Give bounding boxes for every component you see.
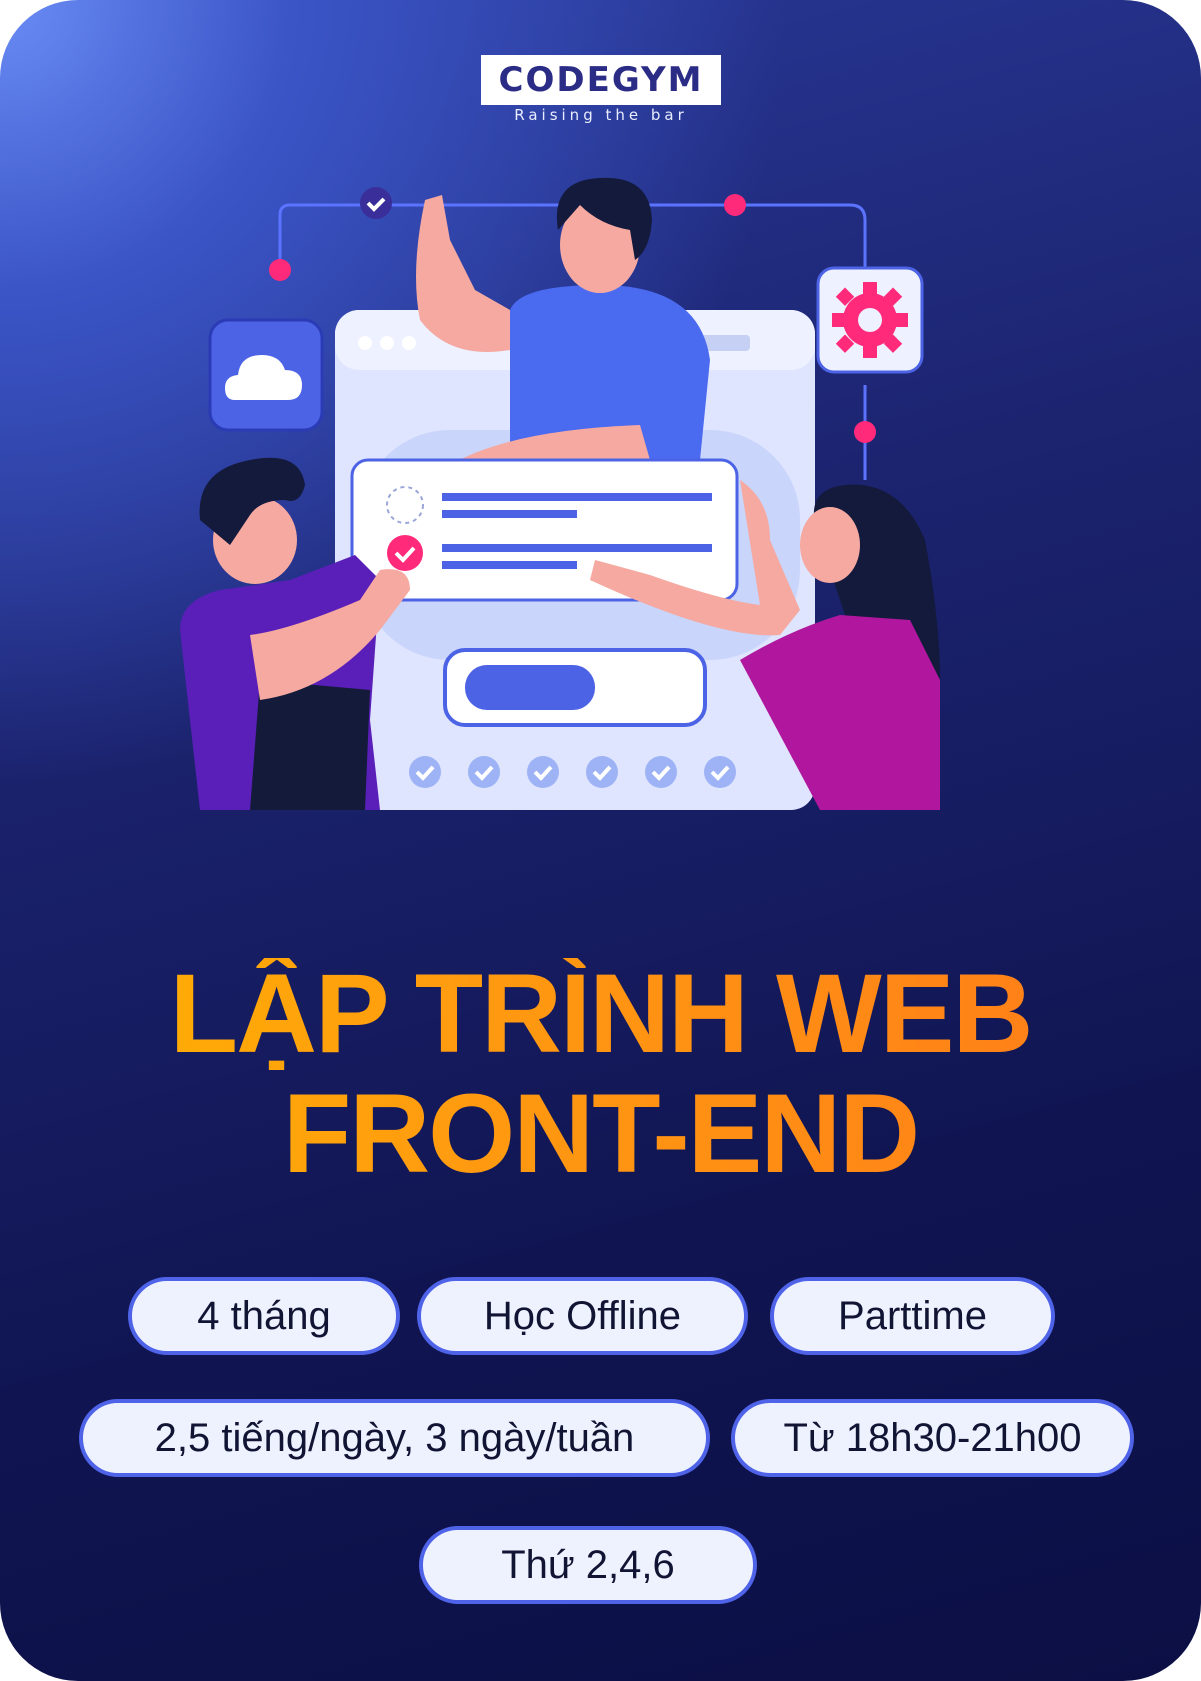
pink-dot [854,421,876,443]
course-title-line2: FRONT-END [0,1078,1201,1190]
team-illustration [180,177,940,810]
duration-pill: 4 tháng [128,1277,400,1355]
hours-per-week-pill: 2,5 tiếng/ngày, 3 ngày/tuần [79,1399,710,1477]
pink-dot [269,259,291,281]
schedule-type-pill: Parttime [770,1277,1055,1355]
poster-card: CODEGYM Raising the bar LẬP TRÌNH WEB FR… [0,0,1201,1681]
cloud-icon [208,318,324,432]
logo-tagline: Raising the bar [514,106,688,124]
days-pill: Thứ 2,4,6 [419,1526,757,1604]
codegym-logo: CODEGYM [481,55,721,105]
time-slot-pill: Từ 18h30-21h00 [731,1399,1134,1477]
pink-dot [724,194,746,216]
study-mode-pill: Học Offline [417,1277,748,1355]
gear-icon [816,266,924,374]
course-title-line1: LẬP TRÌNH WEB [0,958,1201,1070]
floating-list-card [350,458,739,602]
logo-text: CODEGYM [498,60,704,100]
